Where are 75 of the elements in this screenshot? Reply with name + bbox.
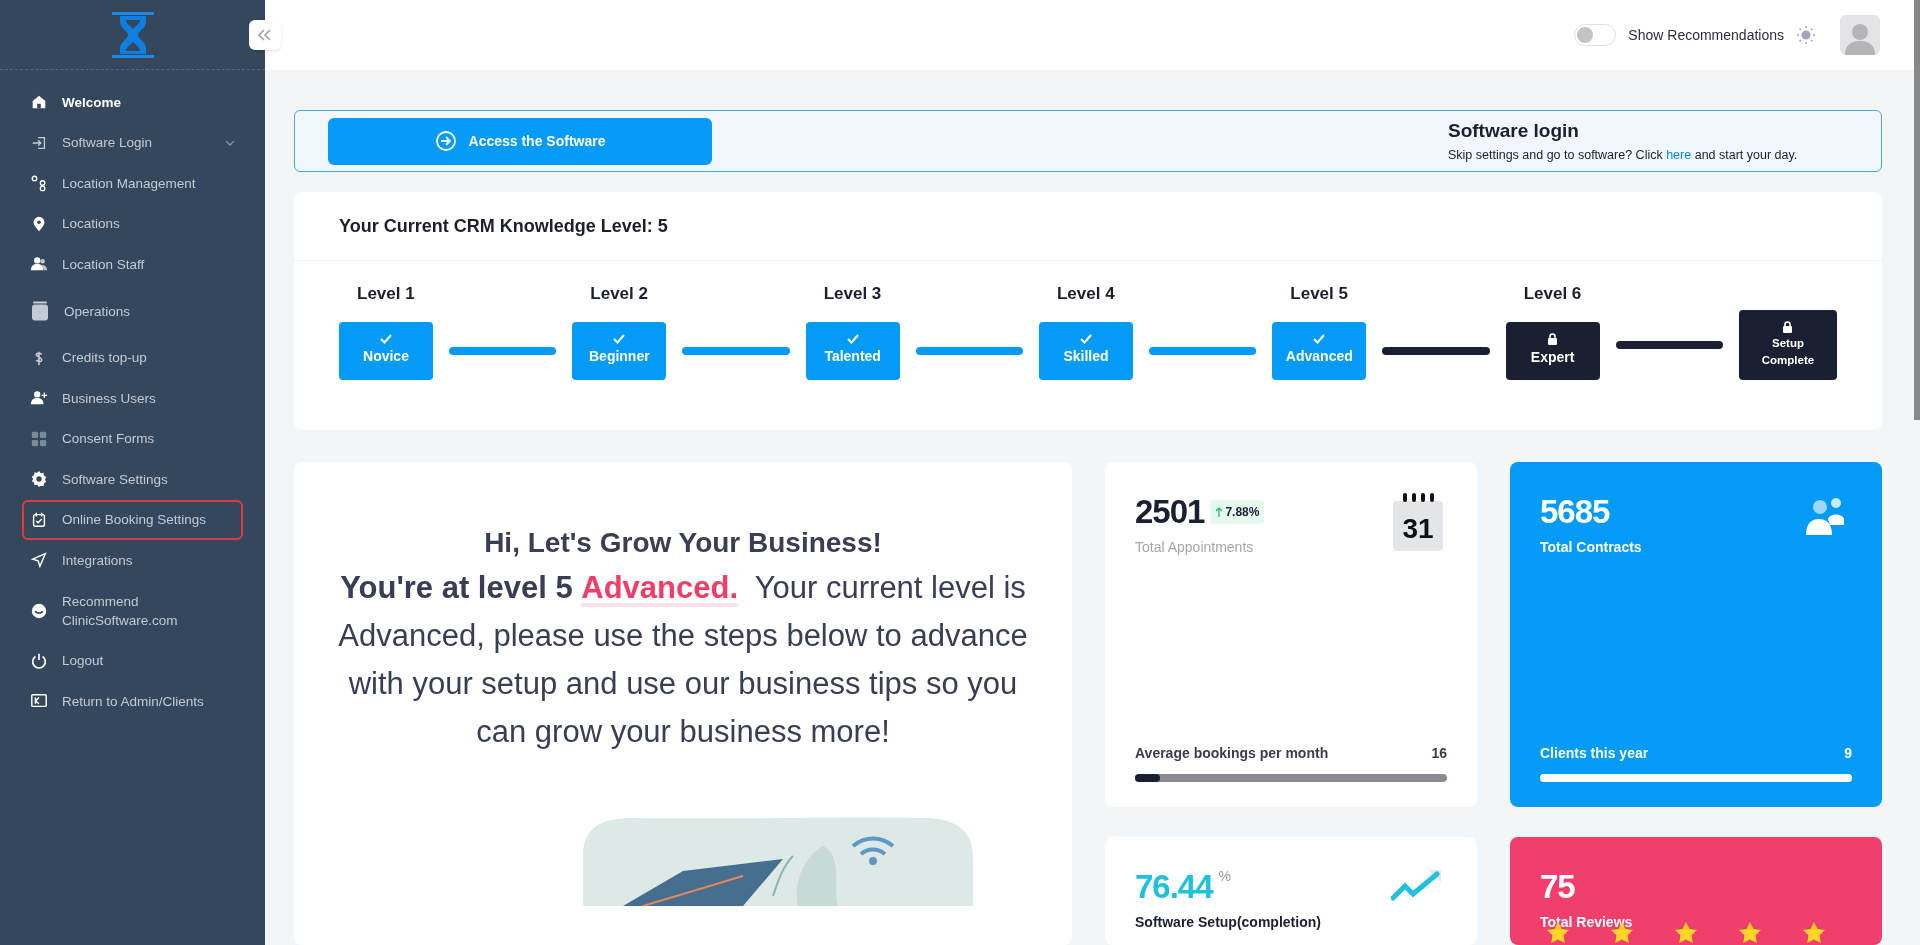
- stat-label: Total Appointments: [1135, 537, 1255, 557]
- unit-label: %: [1218, 867, 1232, 886]
- level-step: Expert: [1505, 321, 1600, 380]
- stat-value: 75: [1540, 867, 1575, 907]
- change-badge: 7.88%: [1210, 499, 1265, 524]
- check-icon: [380, 334, 392, 344]
- login-text: Skip settings and go to software? Click here and start your day.: [1448, 146, 1799, 164]
- star-icon: [1802, 921, 1826, 945]
- level-step: Advanced: [1272, 321, 1367, 380]
- sidebar-item[interactable]: Software Login: [22, 122, 243, 163]
- sidebar-item[interactable]: Online Booking Settings: [22, 499, 243, 540]
- hourglass-logo-icon: [111, 9, 154, 60]
- bin-icon: [30, 300, 50, 322]
- star-icon: [1674, 921, 1698, 945]
- level-step: Setup Complete: [1738, 309, 1837, 380]
- sidebar-item[interactable]: Consent Forms: [22, 418, 243, 459]
- footer-label: Average bookings per month: [1135, 744, 1329, 763]
- sun-icon: [1796, 25, 1816, 45]
- user-avatar[interactable]: [1840, 15, 1880, 55]
- welcome-text: You're at level 5 Advanced. Your current level is Advanced, please use the steps below to advance with your setup and use our business tips so you can grow your business more!: [337, 569, 1029, 751]
- sidebar-item[interactable]: Location Staff: [22, 244, 243, 285]
- star-icon: [1738, 921, 1762, 945]
- power-icon: [30, 651, 48, 670]
- sidebar-item[interactable]: Credits top-up: [22, 337, 243, 378]
- sidebar-item[interactable]: Logout: [22, 640, 243, 681]
- lock-icon: [1547, 333, 1559, 345]
- check-icon: [846, 334, 859, 344]
- footer-label: Clients this year: [1540, 744, 1649, 763]
- calendar-check-icon: [30, 510, 48, 529]
- level-label: Level 3: [823, 283, 883, 305]
- stat-value: 76.44: [1135, 867, 1213, 907]
- arrow-up-icon: [1215, 506, 1224, 517]
- sidebar-item[interactable]: Software Settings: [22, 459, 243, 500]
- sidebar-item[interactable]: Welcome: [22, 82, 243, 123]
- collapse-sidebar-button[interactable]: [249, 20, 281, 50]
- level-label: Level 2: [590, 283, 649, 305]
- sidebar-item[interactable]: Recommend ClinicSoftware.com: [22, 580, 243, 641]
- gear-icon: [30, 470, 48, 489]
- level-label: Level 4: [1057, 283, 1116, 305]
- enter-icon: [434, 130, 457, 152]
- check-icon: [613, 334, 626, 344]
- check-icon: [1080, 334, 1092, 344]
- stat-label: Total Contracts: [1540, 537, 1642, 557]
- sidebar-item[interactable]: Locations: [22, 203, 243, 244]
- sidebar-item[interactable]: Operations: [22, 284, 243, 338]
- stat-value: 2501: [1135, 492, 1205, 532]
- lock-icon: [1782, 320, 1794, 333]
- toggle-label: Show Recommendations: [1628, 25, 1784, 45]
- footer-value: 16: [1431, 744, 1447, 763]
- send-icon: [30, 551, 48, 570]
- level-label: Level 1: [357, 283, 416, 305]
- footer-value: 9: [1844, 744, 1852, 763]
- sidebar-item[interactable]: Return to Admin/Clients: [22, 681, 243, 722]
- knowledge-title: Your Current CRM Knowledge Level: 5: [294, 192, 1882, 261]
- level-step: Skilled: [1039, 321, 1133, 380]
- level-step: Novice: [339, 321, 433, 380]
- smile-icon: [30, 601, 48, 620]
- grid-icon: [30, 429, 48, 448]
- trend-up-icon: [1391, 868, 1443, 902]
- welcome-title: Hi, Let's Grow Your Business!: [484, 526, 882, 560]
- stat-value: 5685: [1540, 492, 1610, 532]
- level-label: Level 5: [1290, 283, 1349, 305]
- stat-label: Software Setup(completion): [1135, 912, 1321, 932]
- level-step: Talented: [805, 321, 900, 380]
- level-step: Beginner: [572, 321, 667, 380]
- here-link[interactable]: here: [1666, 147, 1692, 162]
- sidebar-item[interactable]: Business Users: [22, 378, 243, 419]
- check-icon: [1313, 334, 1326, 344]
- double-chevron-left-icon: [258, 29, 272, 41]
- level-label: Level 6: [1523, 283, 1583, 305]
- nodes-icon: [30, 174, 48, 193]
- sidebar-item[interactable]: Location Management: [22, 163, 243, 204]
- login-title: Software login: [1448, 119, 1580, 144]
- sidebar-item[interactable]: Integrations: [22, 540, 243, 581]
- stat-label: Total Reviews: [1540, 912, 1633, 932]
